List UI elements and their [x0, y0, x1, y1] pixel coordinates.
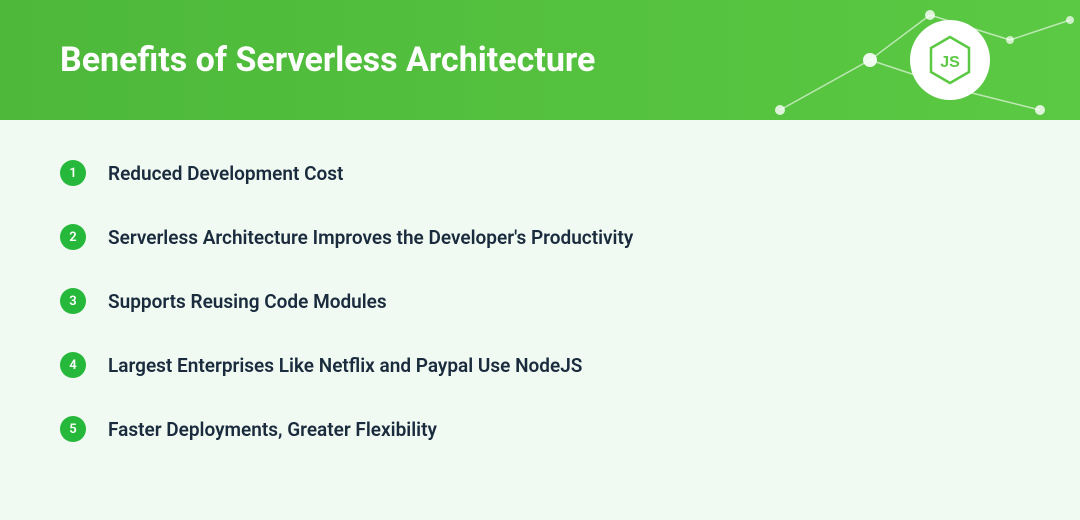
- item-text: Supports Reusing Code Modules: [108, 290, 387, 313]
- item-text: Serverless Architecture Improves the Dev…: [108, 226, 633, 249]
- item-number-badge: 5: [60, 416, 86, 442]
- item-number-badge: 2: [60, 224, 86, 250]
- list-item: 2 Serverless Architecture Improves the D…: [60, 224, 1020, 250]
- item-number-badge: 4: [60, 352, 86, 378]
- item-number-badge: 1: [60, 160, 86, 186]
- list-item: 1 Reduced Development Cost: [60, 160, 1020, 186]
- item-text: Reduced Development Cost: [108, 162, 343, 185]
- item-text: Faster Deployments, Greater Flexibility: [108, 418, 437, 441]
- network-decoration-icon: [730, 0, 1080, 120]
- header-banner: Benefits of Serverless Architecture JS: [0, 0, 1080, 120]
- item-number-badge: 3: [60, 288, 86, 314]
- list-item: 5 Faster Deployments, Greater Flexibilit…: [60, 416, 1020, 442]
- item-text: Largest Enterprises Like Netflix and Pay…: [108, 354, 582, 377]
- list-item: 4 Largest Enterprises Like Netflix and P…: [60, 352, 1020, 378]
- list-item: 3 Supports Reusing Code Modules: [60, 288, 1020, 314]
- page-title: Benefits of Serverless Architecture: [60, 40, 595, 80]
- benefits-list: 1 Reduced Development Cost 2 Serverless …: [0, 120, 1080, 520]
- nodejs-logo-badge: JS: [910, 20, 990, 100]
- svg-text:JS: JS: [940, 54, 960, 71]
- nodejs-icon: JS: [925, 35, 975, 85]
